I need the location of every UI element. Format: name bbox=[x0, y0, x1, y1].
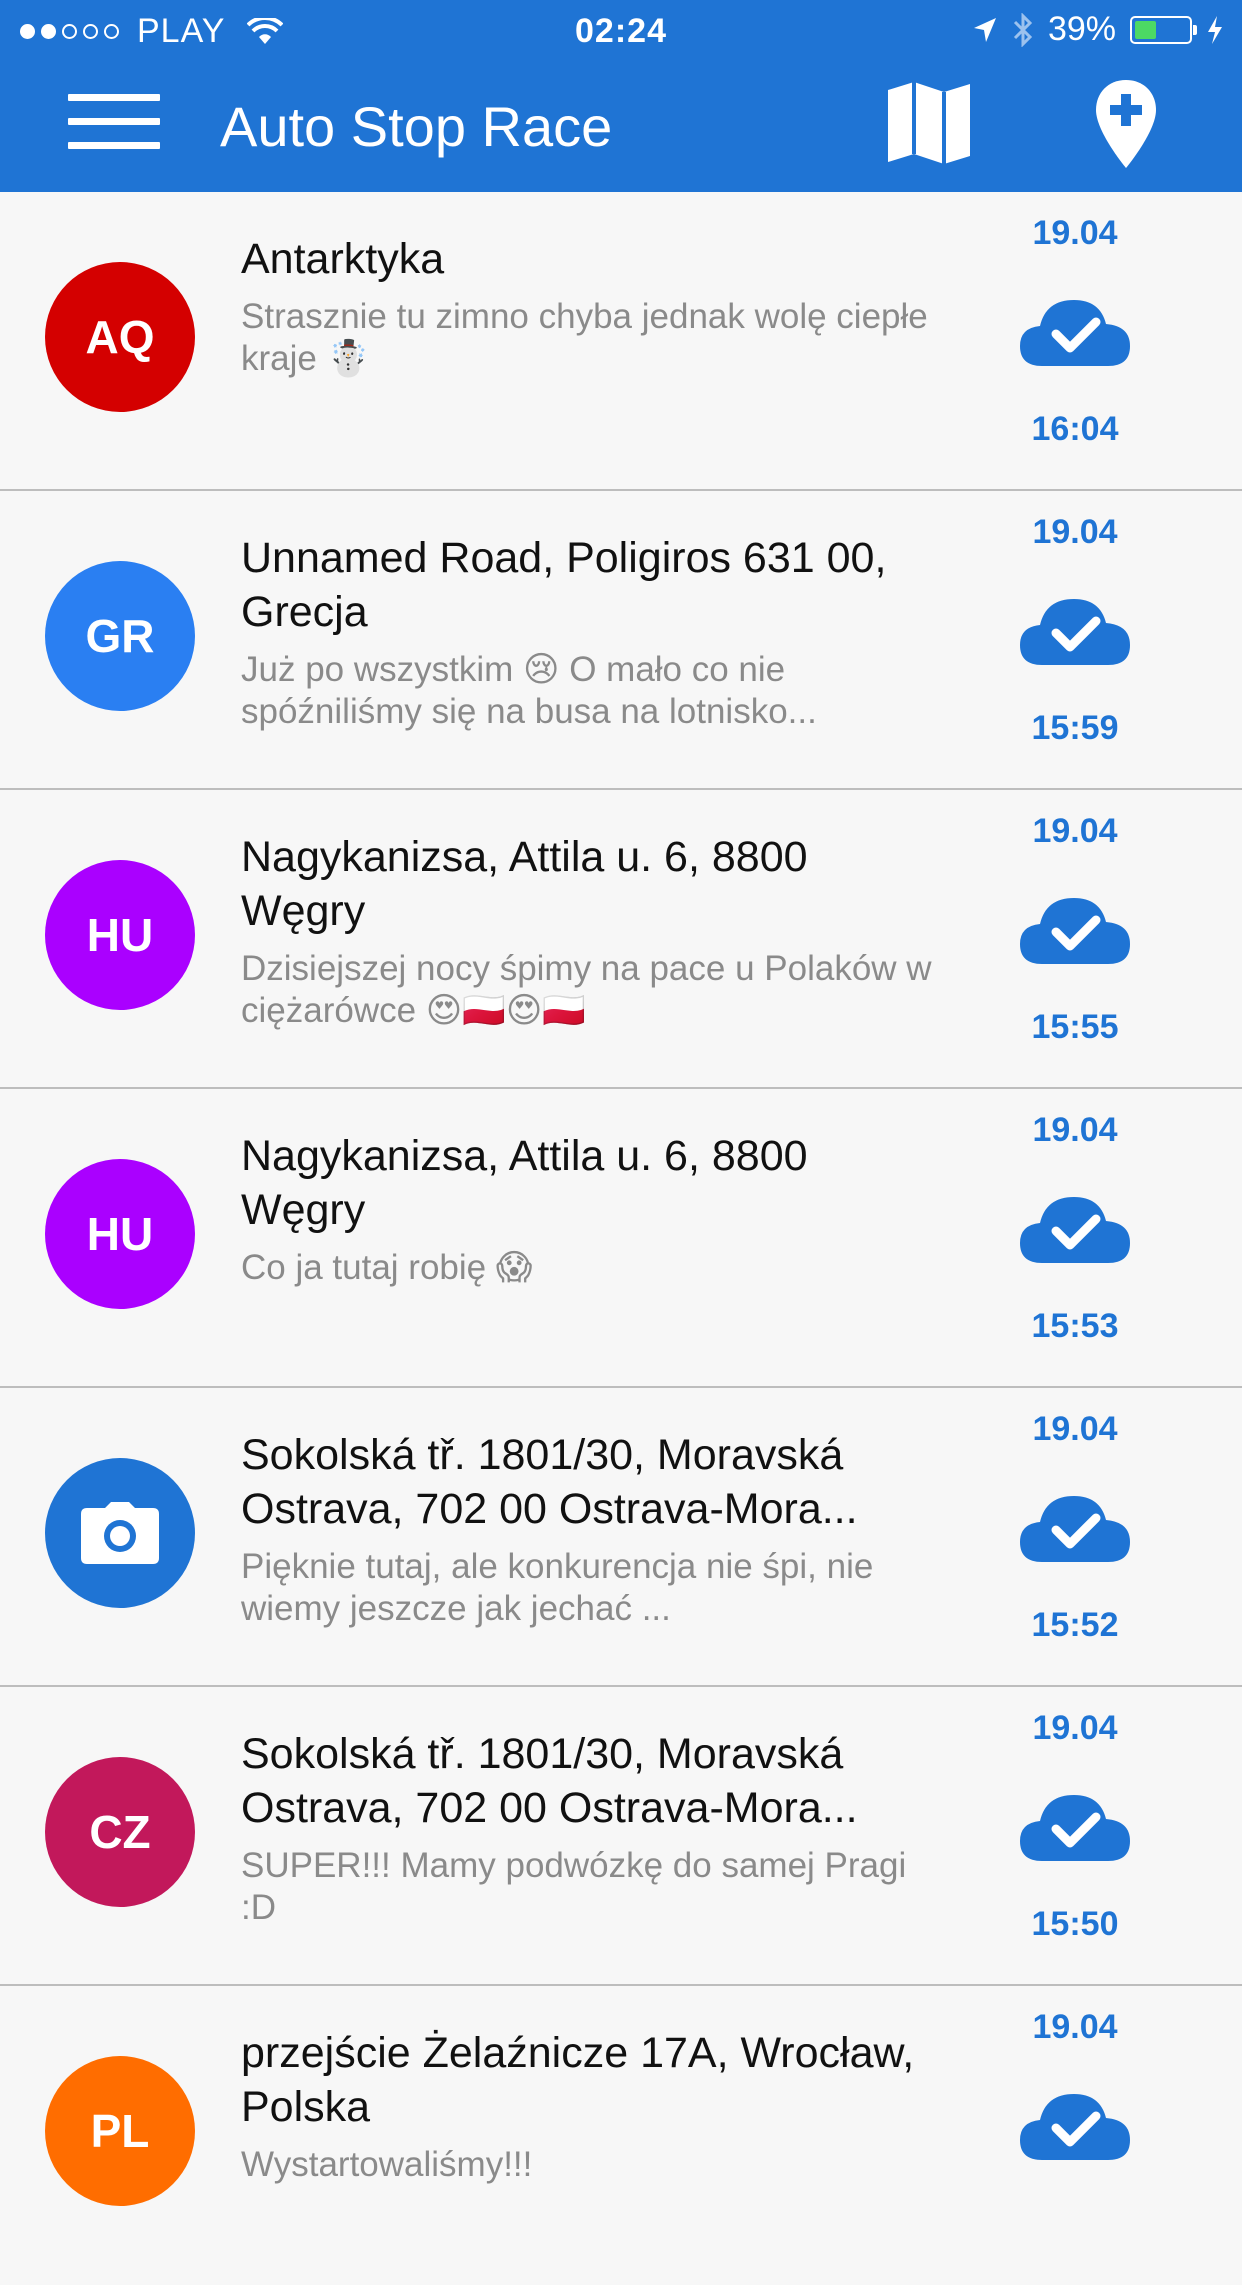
page-title: Auto Stop Race bbox=[220, 95, 613, 158]
post-message: Strasznie tu zimno chyba jednak wolę cie… bbox=[241, 297, 928, 378]
app-bar: Auto Stop Race bbox=[0, 62, 1242, 192]
battery-percent: 39% bbox=[1047, 10, 1116, 48]
post-message: Co ja tutaj robię 😱 bbox=[241, 1248, 533, 1287]
post-location: Nagykanizsa, Attila u. 6, 8800 Węgry bbox=[241, 1132, 808, 1234]
battery-icon bbox=[1130, 15, 1197, 44]
avatar: GR bbox=[45, 561, 195, 711]
post-time: 15:50 bbox=[1031, 1905, 1119, 1943]
post-date: 19.04 bbox=[1032, 1111, 1118, 1149]
post-time: 15:53 bbox=[1031, 1307, 1119, 1345]
add-location-icon[interactable] bbox=[1094, 78, 1158, 170]
post-date: 19.04 bbox=[1032, 812, 1118, 850]
menu-icon[interactable] bbox=[68, 94, 160, 150]
post-message: SUPER!!! Mamy podwózkę do samej Pragi :D bbox=[241, 1846, 907, 1927]
post-date: 19.04 bbox=[1032, 513, 1118, 551]
map-icon[interactable] bbox=[886, 80, 972, 166]
post-date: 19.04 bbox=[1032, 1709, 1118, 1747]
list-item[interactable]: HU Nagykanizsa, Attila u. 6, 8800 Węgry Dz… bbox=[0, 790, 1242, 1089]
cloud-check-icon bbox=[1020, 300, 1130, 366]
post-location: Sokolská tř. 1801/30, Moravská Ostrava, … bbox=[241, 1730, 858, 1832]
post-location: Unnamed Road, Poligiros 631 00, Grecja bbox=[241, 534, 887, 636]
post-location: Nagykanizsa, Attila u. 6, 8800 Węgry bbox=[241, 833, 808, 935]
cloud-check-icon bbox=[1020, 1496, 1130, 1562]
cloud-check-icon bbox=[1020, 599, 1130, 665]
post-time: 15:55 bbox=[1031, 1008, 1119, 1046]
cloud-check-icon bbox=[1020, 2094, 1130, 2160]
post-date: 19.04 bbox=[1032, 214, 1118, 252]
cloud-check-icon bbox=[1020, 1795, 1130, 1861]
post-time: 15:52 bbox=[1031, 1606, 1119, 1644]
post-message: Dzisiejszej nocy śpimy na pace u Polaków… bbox=[241, 949, 932, 1030]
post-location: Sokolská tř. 1801/30, Moravská Ostrava, … bbox=[241, 1431, 858, 1533]
list-item[interactable]: GR Unnamed Road, Poligiros 631 00, Grecja… bbox=[0, 491, 1242, 790]
post-time: 16:04 bbox=[1031, 410, 1119, 448]
post-date: 19.04 bbox=[1032, 1410, 1118, 1448]
avatar: AQ bbox=[45, 262, 195, 412]
list-item[interactable]: CZ Sokolská tř. 1801/30, Moravská Ostrava… bbox=[0, 1687, 1242, 1986]
list-item[interactable]: Sokolská tř. 1801/30, Moravská Ostrava, … bbox=[0, 1388, 1242, 1687]
post-message: Pięknie tutaj, ale konkurencja nie śpi, … bbox=[241, 1547, 874, 1628]
top-bar: PLAY 02:24 39% Auto Stop Race bbox=[0, 0, 1242, 192]
avatar: PL bbox=[45, 2056, 195, 2206]
avatar-camera bbox=[45, 1458, 195, 1608]
bluetooth-icon bbox=[1013, 12, 1033, 47]
status-bar: PLAY 02:24 39% bbox=[0, 0, 1242, 62]
avatar: CZ bbox=[45, 1757, 195, 1907]
list-item[interactable]: AQ Antarktyka Strasznie tu zimno chyba jed… bbox=[0, 192, 1242, 491]
post-message: Już po wszystkim 😢 O mało co nie spóźnil… bbox=[241, 650, 817, 731]
cloud-check-icon bbox=[1020, 898, 1130, 964]
charging-icon bbox=[1208, 15, 1222, 44]
posts-list: AQ Antarktyka Strasznie tu zimno chyba jed… bbox=[0, 192, 1242, 2285]
post-message: Wystartowaliśmy!!! bbox=[241, 2145, 533, 2184]
post-location: przejście Żelaźnicze 17A, Wrocław, Polsk… bbox=[241, 2029, 915, 2131]
avatar: HU bbox=[45, 860, 195, 1010]
cloud-check-icon bbox=[1020, 1197, 1130, 1263]
list-item[interactable]: HU Nagykanizsa, Attila u. 6, 8800 Węgry Co… bbox=[0, 1089, 1242, 1388]
camera-icon bbox=[81, 1502, 159, 1564]
post-date: 19.04 bbox=[1032, 2008, 1118, 2046]
status-right: 39% bbox=[972, 10, 1224, 49]
location-arrow-icon bbox=[973, 17, 996, 42]
list-item[interactable]: PL przejście Żelaźnicze 17A, Wrocław, Pol… bbox=[0, 1986, 1242, 2285]
post-location: Antarktyka bbox=[241, 235, 445, 283]
avatar: HU bbox=[45, 1159, 195, 1309]
post-time: 15:59 bbox=[1031, 709, 1119, 747]
